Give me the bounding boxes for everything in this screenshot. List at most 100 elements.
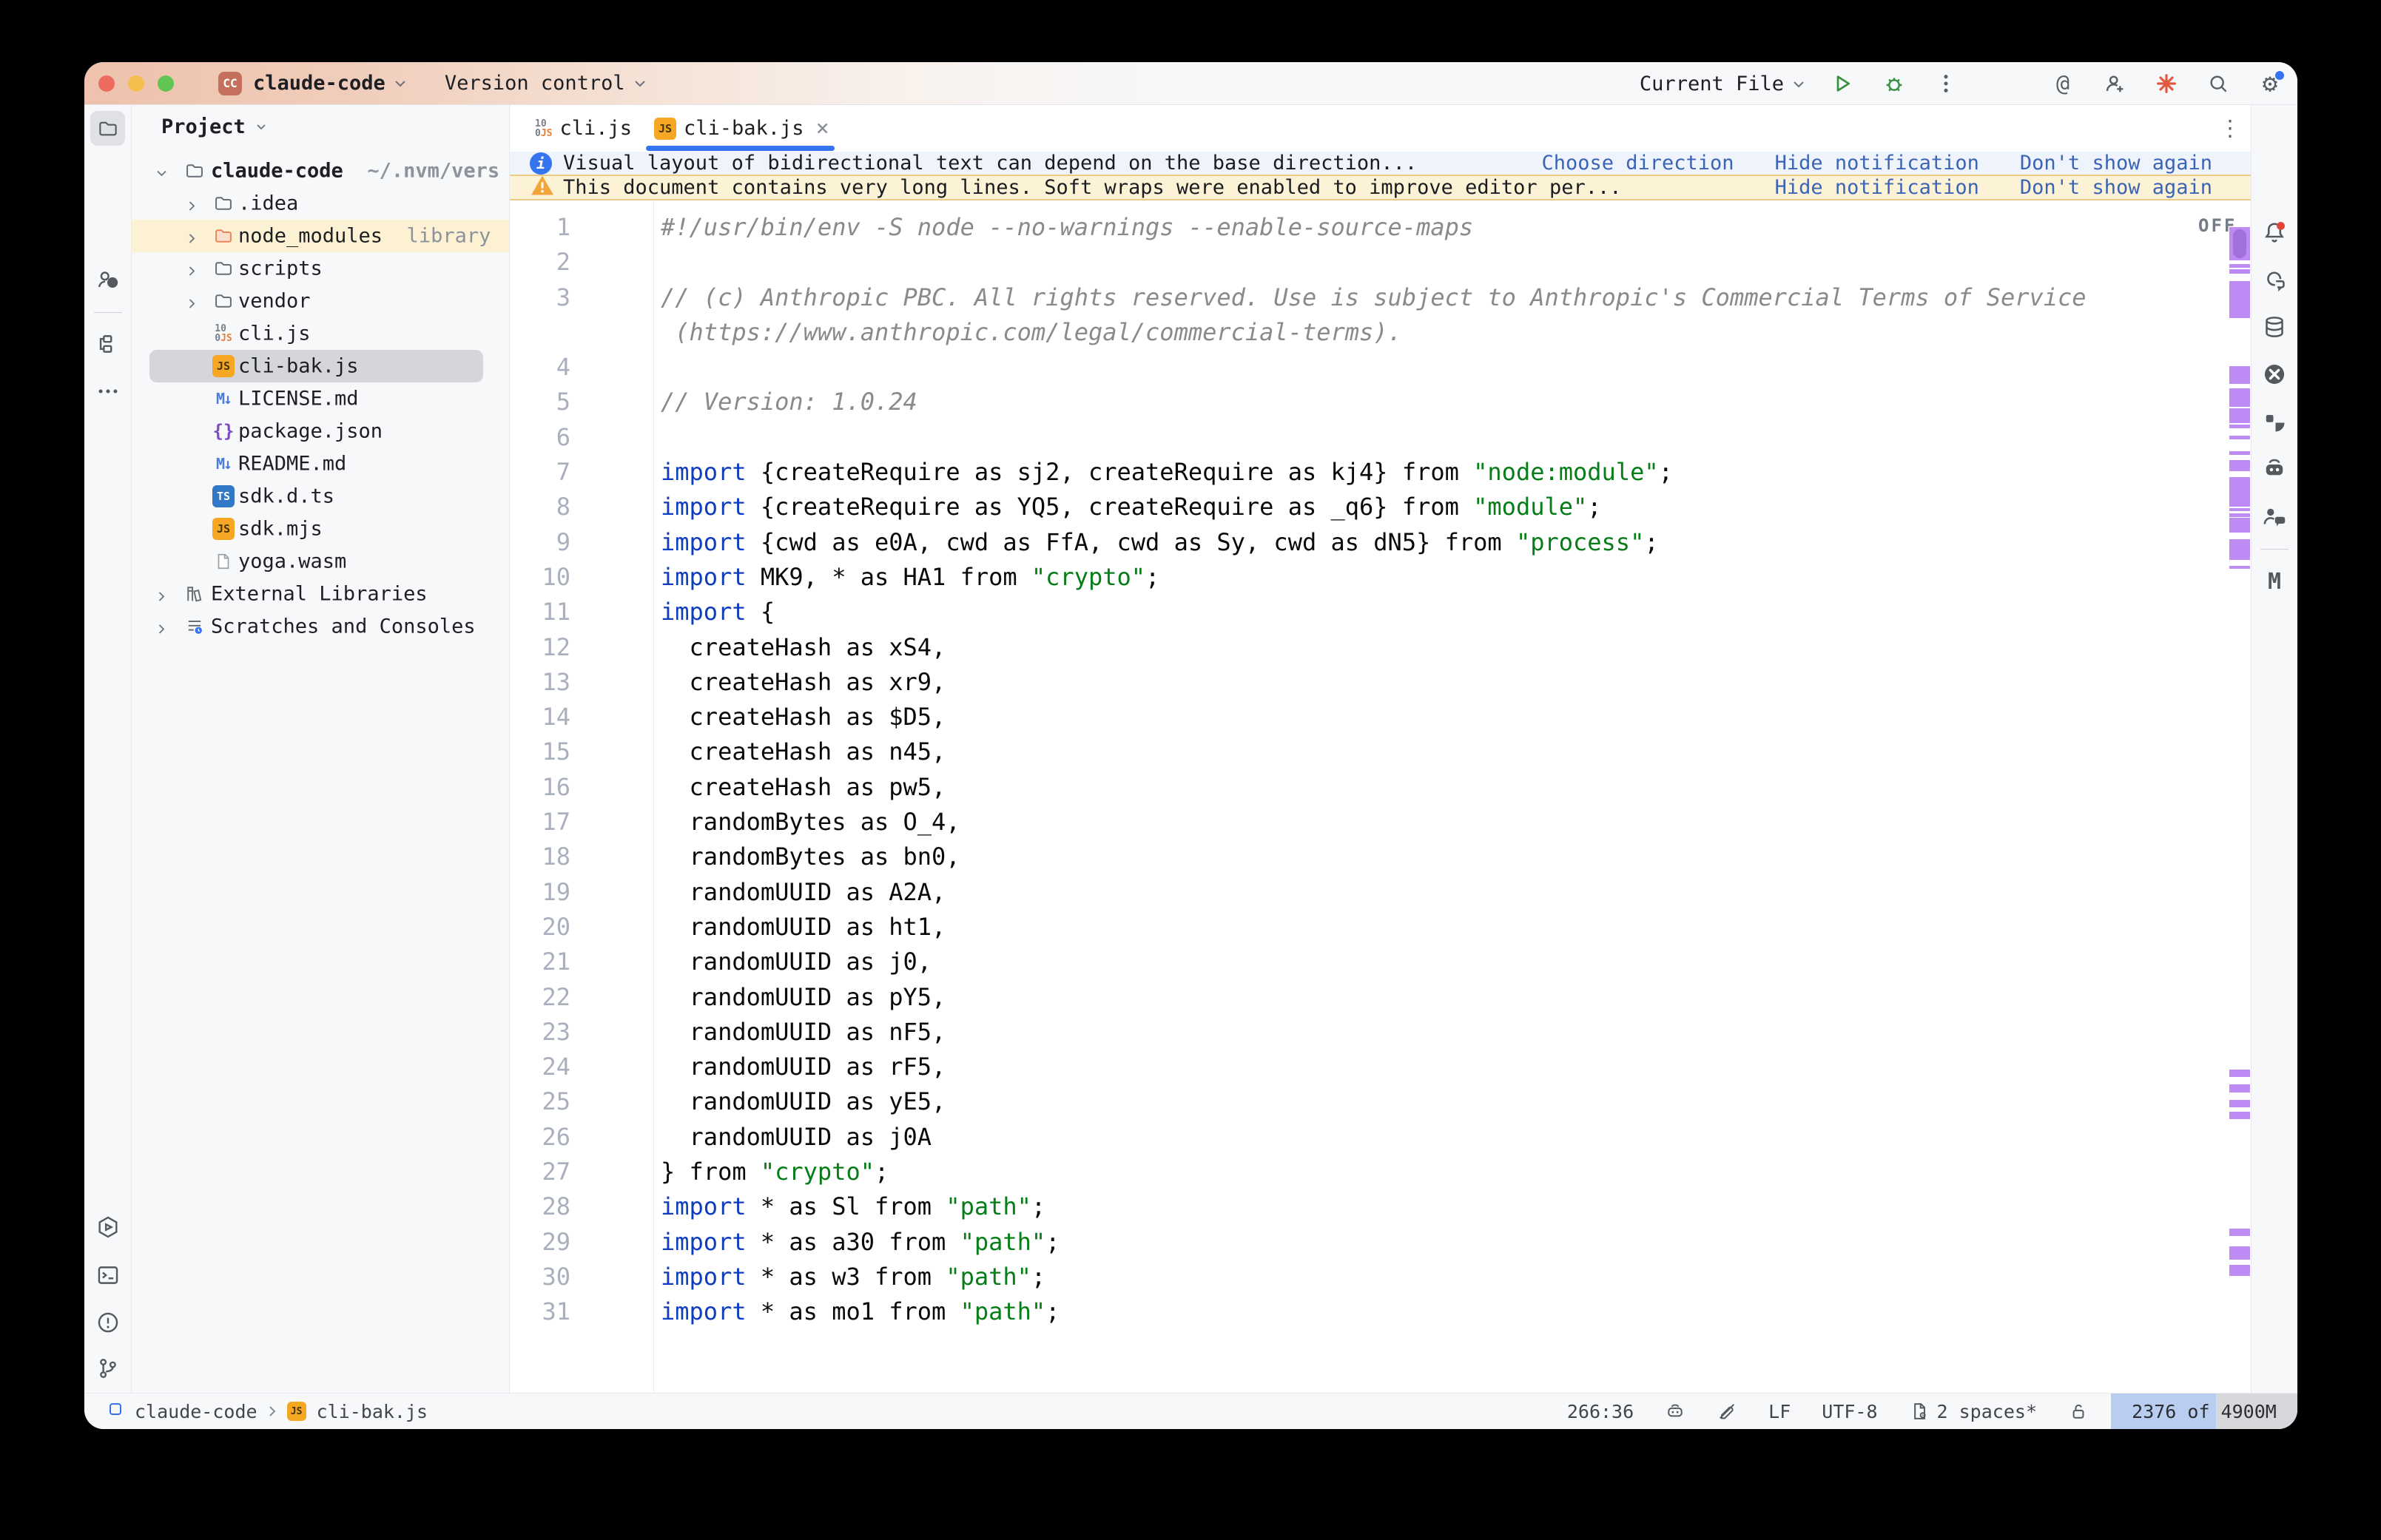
line-number[interactable]: 8 [510, 490, 653, 524]
line-number[interactable]: 10 [510, 560, 653, 595]
code-text[interactable]: createHash as $D5, [653, 700, 946, 734]
memory-indicator[interactable]: 2376 of 4900M [2111, 1394, 2297, 1429]
tree-item-external-libraries[interactable]: External Libraries [132, 578, 510, 610]
tree-chevron-icon[interactable] [186, 257, 198, 280]
robot-icon[interactable] [2260, 455, 2289, 483]
line-number[interactable]: 19 [510, 875, 653, 910]
tree-item-scripts[interactable]: scripts [132, 252, 510, 285]
tree-item-vendor[interactable]: vendor [132, 285, 510, 317]
line-number[interactable]: 5 [510, 385, 653, 419]
structure-icon[interactable] [94, 330, 122, 358]
settings-gear-icon[interactable]: ⚙ [2256, 70, 2284, 98]
search-icon[interactable] [2204, 70, 2232, 98]
notifications-bell-icon[interactable] [2260, 218, 2289, 246]
line-number[interactable]: 24 [510, 1050, 653, 1084]
terminal-icon[interactable] [94, 1261, 122, 1289]
code-text[interactable]: randomUUID as j0A [653, 1120, 932, 1155]
scroll-mark[interactable] [2229, 508, 2250, 511]
scroll-mark[interactable] [2229, 477, 2250, 507]
close-tab-icon[interactable]: × [816, 115, 829, 141]
line-number[interactable]: 26 [510, 1120, 653, 1155]
line-separator-selector[interactable]: LF [1768, 1401, 1791, 1422]
learn-icon[interactable]: ? [94, 266, 122, 294]
scroll-mark[interactable] [2229, 281, 2250, 318]
ai-assistant-icon[interactable] [2152, 70, 2180, 98]
code-text[interactable]: import * as a30 from "path"; [653, 1225, 1060, 1260]
tree-item-claude-code[interactable]: claude-code ~/.nvm/vers [132, 155, 510, 187]
scroll-pill[interactable] [2233, 229, 2246, 258]
encoding-selector[interactable]: UTF-8 [1822, 1401, 1877, 1422]
scroll-mark[interactable] [2229, 436, 2250, 439]
scroll-mark[interactable] [2229, 1265, 2250, 1276]
code-text[interactable]: #!/usr/bin/env -S node --no-warnings --e… [653, 210, 1473, 245]
tree-item-license-md[interactable]: M↓LICENSE.md [132, 382, 510, 415]
code-text[interactable]: createHash as n45, [653, 734, 946, 769]
code-text[interactable]: import {cwd as e0A, cwd as FfA, cwd as S… [653, 525, 1659, 560]
line-number[interactable]: 20 [510, 910, 653, 945]
code-text[interactable]: import * as mo1 from "path"; [653, 1294, 1060, 1329]
project-panel-header[interactable]: Project [161, 115, 266, 138]
code-text[interactable]: (https://www.anthropic.com/legal/commerc… [653, 315, 1402, 350]
tree-item-node-modules[interactable]: node_modules library [132, 220, 510, 252]
code-text[interactable]: import * as w3 from "path"; [653, 1260, 1045, 1294]
git-branch-icon[interactable] [94, 1354, 122, 1382]
more-tool-windows-icon[interactable] [94, 377, 122, 405]
code-text[interactable]: import MK9, * as HA1 from "crypto"; [653, 560, 1159, 595]
line-number[interactable]: 16 [510, 770, 653, 805]
code-text[interactable]: randomBytes as bn0, [653, 840, 960, 874]
tree-chevron-icon[interactable] [186, 225, 198, 248]
database-icon[interactable] [2260, 313, 2289, 341]
line-number[interactable]: 3 [510, 280, 653, 315]
line-number[interactable]: 27 [510, 1155, 653, 1189]
copilot-status-icon[interactable] [1665, 1401, 1685, 1422]
markdown-tool-icon[interactable]: M [2260, 567, 2289, 595]
code-text[interactable]: randomUUID as j0, [653, 945, 932, 979]
line-number[interactable]: 25 [510, 1084, 653, 1119]
codex-icon[interactable] [2260, 360, 2289, 388]
tab-cli-js[interactable]: 100JScli.js [535, 105, 632, 152]
line-number[interactable]: 15 [510, 734, 653, 769]
close-window-button[interactable] [98, 75, 115, 92]
line-number[interactable]: 11 [510, 595, 653, 629]
scroll-mark[interactable] [2229, 566, 2250, 569]
line-number[interactable]: 14 [510, 700, 653, 734]
tab-cli-bak-js[interactable]: JScli-bak.js× [654, 105, 829, 152]
tree-item-sdk-d-ts[interactable]: TSsdk.d.ts [132, 480, 510, 513]
minimize-window-button[interactable] [128, 75, 144, 92]
mention-icon[interactable]: @ [2049, 70, 2077, 98]
code-text[interactable]: createHash as pw5, [653, 770, 946, 805]
line-number[interactable]: 23 [510, 1015, 653, 1050]
debug-icon[interactable] [1880, 70, 1908, 98]
scroll-mark[interactable] [2229, 451, 2250, 455]
tree-chevron-icon[interactable] [156, 160, 167, 183]
scroll-mark[interactable] [2229, 388, 2250, 407]
code-text[interactable]: // Version: 1.0.24 [653, 385, 917, 419]
code-text[interactable]: randomUUID as ht1, [653, 910, 946, 945]
code-text[interactable]: import { [653, 595, 775, 629]
tree-item-package-json[interactable]: {}package.json [132, 415, 510, 448]
line-number[interactable] [510, 315, 653, 350]
code-with-me-icon[interactable] [2260, 502, 2289, 530]
breadcrumb-file[interactable]: cli-bak.js [317, 1401, 428, 1422]
code-text[interactable] [653, 420, 661, 455]
version-control-menu[interactable]: Version control [445, 72, 625, 95]
tree-item-cli-js[interactable]: 100JScli.js [132, 317, 510, 350]
scroll-mark[interactable] [2229, 1084, 2250, 1092]
scroll-mark[interactable] [2229, 539, 2250, 560]
line-number[interactable]: 29 [510, 1225, 653, 1260]
line-number[interactable]: 4 [510, 350, 653, 385]
code-text[interactable]: import * as Sl from "path"; [653, 1189, 1045, 1224]
run-configuration-selector[interactable]: Current File [1640, 72, 1784, 95]
tree-item--idea[interactable]: .idea [132, 187, 510, 220]
scroll-mark[interactable] [2229, 264, 2250, 268]
line-number[interactable]: 21 [510, 945, 653, 979]
line-number[interactable]: 17 [510, 805, 653, 840]
breadcrumb-project[interactable]: claude-code [135, 1401, 257, 1422]
code-text[interactable]: createHash as xr9, [653, 665, 946, 700]
line-number[interactable]: 28 [510, 1189, 653, 1224]
code-text[interactable]: randomUUID as yE5, [653, 1084, 946, 1119]
ai-chat-icon[interactable] [2260, 266, 2289, 294]
code-text[interactable]: randomUUID as pY5, [653, 980, 946, 1015]
code-text[interactable]: createHash as xS4, [653, 630, 946, 665]
code-text[interactable]: randomUUID as rF5, [653, 1050, 946, 1084]
